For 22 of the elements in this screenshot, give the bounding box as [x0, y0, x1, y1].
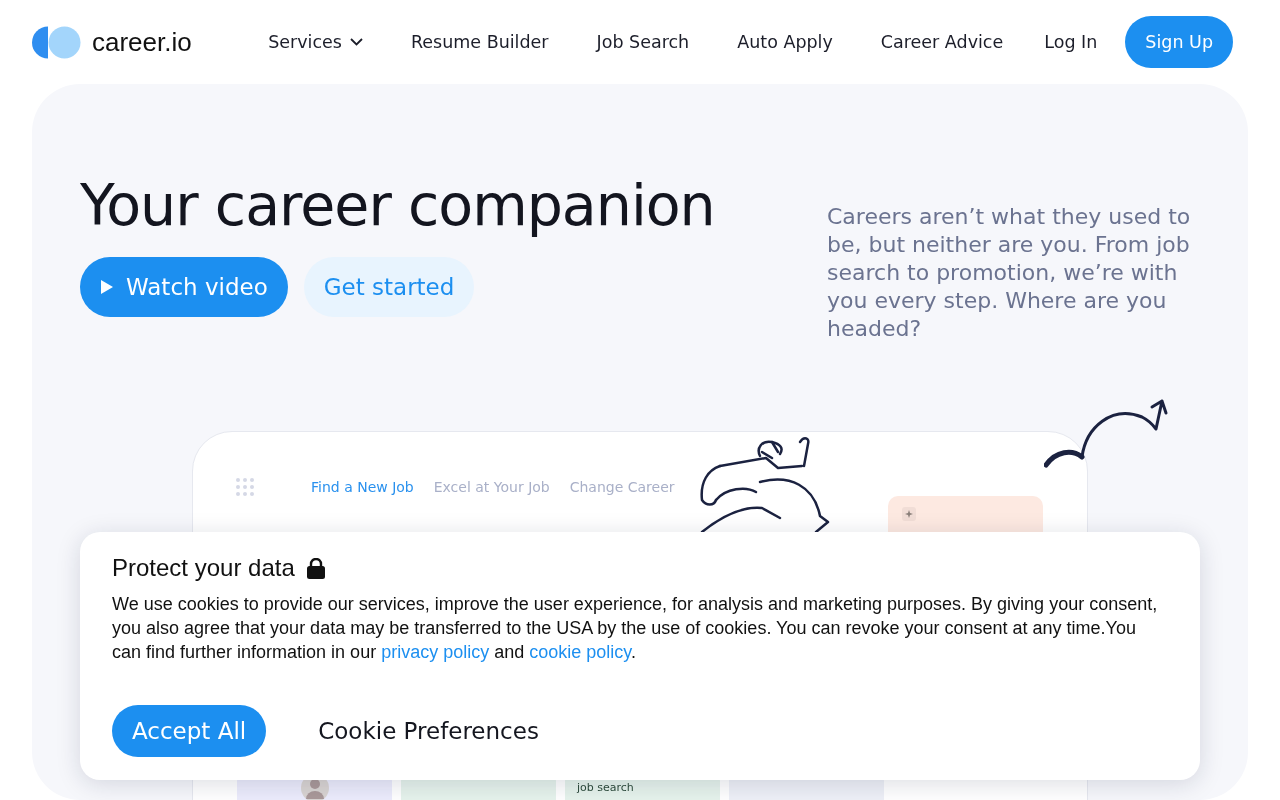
- cookie-preferences-button[interactable]: Cookie Preferences: [298, 705, 559, 757]
- login-link[interactable]: Log In: [1044, 32, 1098, 52]
- tile-text: job search: [577, 781, 634, 794]
- get-started-button[interactable]: Get started: [303, 257, 475, 317]
- signup-button[interactable]: Sign Up: [1125, 16, 1233, 68]
- services-menu[interactable]: Services: [268, 32, 363, 52]
- hero-heading: Your career companion: [80, 171, 716, 240]
- policy-link[interactable]: cookie policy: [529, 642, 631, 662]
- nav-link[interactable]: Job Search: [596, 32, 690, 52]
- cookie-consent-text: We use cookies to provide our services, improve the user experience, for analysis and marketing purposes. By giving your consent, you also agree that your data may be transferred to the USA by the use of cookies. You can revoke your consent at any time.You can find further information in our privacy policy and cookie policy.: [112, 593, 1159, 664]
- preview-tab[interactable]: Change Career: [569, 479, 675, 495]
- hero-intro: Careers aren’t what they used to be, but neither are you. From job search to promotion, we’re with you every step. Where are you headed?: [827, 203, 1192, 343]
- accept-all-button[interactable]: Accept All: [112, 705, 267, 757]
- nav-link[interactable]: Career Advice: [880, 32, 1004, 52]
- cookie-title: Protect your data: [112, 554, 295, 582]
- watch-video-button[interactable]: Watch video: [80, 257, 288, 317]
- preview-tab[interactable]: Excel at Your Job: [433, 479, 550, 495]
- nav-link[interactable]: Auto Apply: [737, 32, 833, 52]
- nav-link[interactable]: Resume Builder: [410, 32, 549, 52]
- policy-link[interactable]: privacy policy: [381, 642, 490, 662]
- preview-tab[interactable]: Find a New Job: [311, 479, 414, 495]
- logo-text[interactable]: career.io: [92, 26, 192, 58]
